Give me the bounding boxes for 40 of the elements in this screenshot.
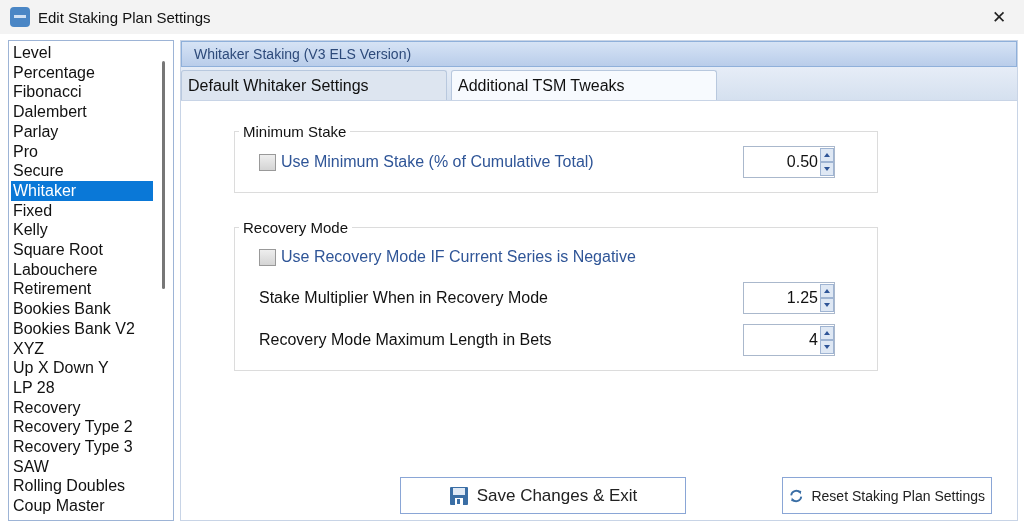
spin-field[interactable]: 0.50 bbox=[743, 146, 835, 178]
list-item[interactable]: Level bbox=[11, 43, 153, 63]
checkbox-label[interactable]: Use Recovery Mode IF Current Series is Negative bbox=[259, 248, 869, 266]
group-title: Minimum Stake bbox=[242, 123, 348, 140]
list-item[interactable]: Up X Down Y bbox=[11, 358, 153, 378]
list-item[interactable]: SAW bbox=[11, 456, 153, 477]
list-item[interactable]: Kelly bbox=[11, 220, 153, 241]
list-item[interactable]: Pro bbox=[11, 141, 153, 162]
list-item[interactable]: Square Root bbox=[11, 240, 153, 260]
list-item[interactable]: Labouchere bbox=[11, 259, 153, 280]
list-item[interactable]: Rolling Doubles bbox=[11, 476, 153, 497]
tab[interactable]: Additional TSM Tweaks bbox=[451, 70, 717, 100]
field-label: Recovery Mode Maximum Length in Bets bbox=[259, 331, 553, 349]
list-item[interactable]: Bookies Bank bbox=[11, 299, 153, 319]
spin-field[interactable]: 1.25 bbox=[743, 282, 835, 314]
list-item[interactable]: Coup Master bbox=[11, 496, 153, 516]
list-item[interactable]: Fibonacci bbox=[11, 82, 153, 103]
list-item[interactable]: Bookies Bank V2 bbox=[11, 318, 153, 339]
list-item[interactable]: Dalembert bbox=[11, 102, 153, 122]
list-item[interactable]: Parlay bbox=[11, 121, 153, 142]
list-item[interactable]: Whitaker bbox=[11, 180, 153, 201]
group-title: Recovery Mode bbox=[242, 219, 350, 236]
list-item[interactable]: Percentage bbox=[11, 62, 153, 83]
list-item[interactable]: Secure bbox=[11, 161, 153, 181]
tab[interactable]: Default Whitaker Settings bbox=[181, 70, 447, 100]
list-item[interactable]: Retirement bbox=[11, 279, 153, 300]
list-item[interactable]: LP 28 bbox=[11, 377, 153, 398]
list-item[interactable]: Fixed bbox=[11, 200, 153, 221]
window-title: Edit Staking Plan Settings bbox=[38, 8, 212, 26]
checkbox-label[interactable]: Use Minimum Stake (% of Cumulative Total) bbox=[259, 153, 743, 171]
field-label: Stake Multiplier When in Recovery Mode bbox=[259, 289, 549, 307]
panel-header: Whitaker Staking (V3 ELS Version) bbox=[181, 41, 1017, 67]
list-item[interactable]: Recovery Type 3 bbox=[11, 437, 153, 457]
list-item[interactable]: Recovery bbox=[11, 397, 153, 418]
reset-button[interactable]: Reset Staking Plan Settings bbox=[782, 477, 992, 514]
spin-field[interactable]: 4 bbox=[743, 324, 835, 356]
list-item[interactable]: XYZ bbox=[11, 338, 153, 359]
close-button[interactable]: ✕ bbox=[984, 6, 1014, 28]
save-button[interactable]: Save Changes & Exit bbox=[400, 477, 686, 514]
list-item[interactable]: Recovery Type 2 bbox=[11, 417, 153, 438]
